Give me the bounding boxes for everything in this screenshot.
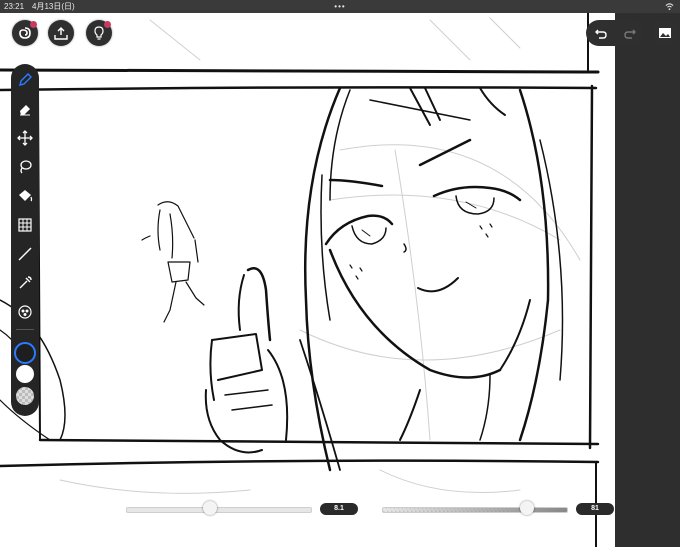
line-tool[interactable]	[15, 244, 35, 264]
color-swatch-white[interactable]	[16, 365, 34, 383]
gallery-menu-button[interactable]	[12, 20, 38, 46]
toolbar-divider	[16, 329, 34, 330]
pen-icon	[19, 73, 32, 86]
line-icon	[18, 247, 32, 261]
tone-icon	[18, 305, 32, 319]
redo-icon	[623, 29, 636, 39]
eraser-tool[interactable]	[15, 99, 35, 119]
fill-tool[interactable]	[15, 186, 35, 206]
brush-size-slider[interactable]	[126, 500, 312, 518]
redo-button[interactable]	[615, 20, 644, 46]
move-icon	[17, 130, 33, 146]
brush-size-knob[interactable]	[203, 501, 217, 515]
grid-icon	[18, 218, 32, 232]
undo-icon	[594, 29, 607, 39]
brush-size-value: 8.1	[320, 503, 358, 515]
tone-tool[interactable]	[15, 302, 35, 322]
opacity-value: 81	[576, 503, 614, 515]
grid-tool[interactable]	[15, 215, 35, 235]
color-swatch-transparent[interactable]	[16, 387, 34, 405]
status-bar: 23:21 4月13日(日) •••	[0, 0, 680, 13]
opacity-slider[interactable]	[382, 500, 568, 518]
tips-badge	[104, 21, 111, 28]
tool-palette	[11, 64, 39, 416]
status-time: 23:21	[4, 2, 25, 11]
eyedropper-tool[interactable]	[15, 273, 35, 293]
move-tool[interactable]	[15, 128, 35, 148]
wifi-icon	[665, 3, 674, 11]
action-button[interactable]	[48, 20, 74, 46]
tips-button[interactable]	[86, 20, 112, 46]
opacity-knob[interactable]	[520, 501, 534, 515]
export-tray-icon	[54, 27, 68, 40]
bucket-icon	[19, 190, 33, 202]
image-icon	[659, 28, 671, 38]
sketch-artwork	[0, 13, 600, 547]
status-date: 4月13日(日)	[32, 2, 75, 11]
right-panel	[615, 13, 680, 547]
drawing-canvas[interactable]	[0, 13, 615, 547]
lasso-icon	[20, 160, 32, 174]
multitask-dots[interactable]: •••	[330, 0, 350, 13]
notification-badge	[30, 21, 37, 28]
opacity-track	[382, 507, 568, 513]
undo-button[interactable]	[586, 20, 615, 46]
lasso-tool[interactable]	[15, 157, 35, 177]
brush-size-track	[126, 507, 312, 513]
eyedropper-icon	[19, 276, 32, 289]
eraser-icon	[20, 105, 30, 116]
color-swatch-black[interactable]	[14, 342, 36, 364]
undo-redo-group	[586, 20, 644, 46]
image-gallery-button[interactable]	[652, 20, 678, 46]
pen-tool[interactable]	[15, 70, 35, 90]
